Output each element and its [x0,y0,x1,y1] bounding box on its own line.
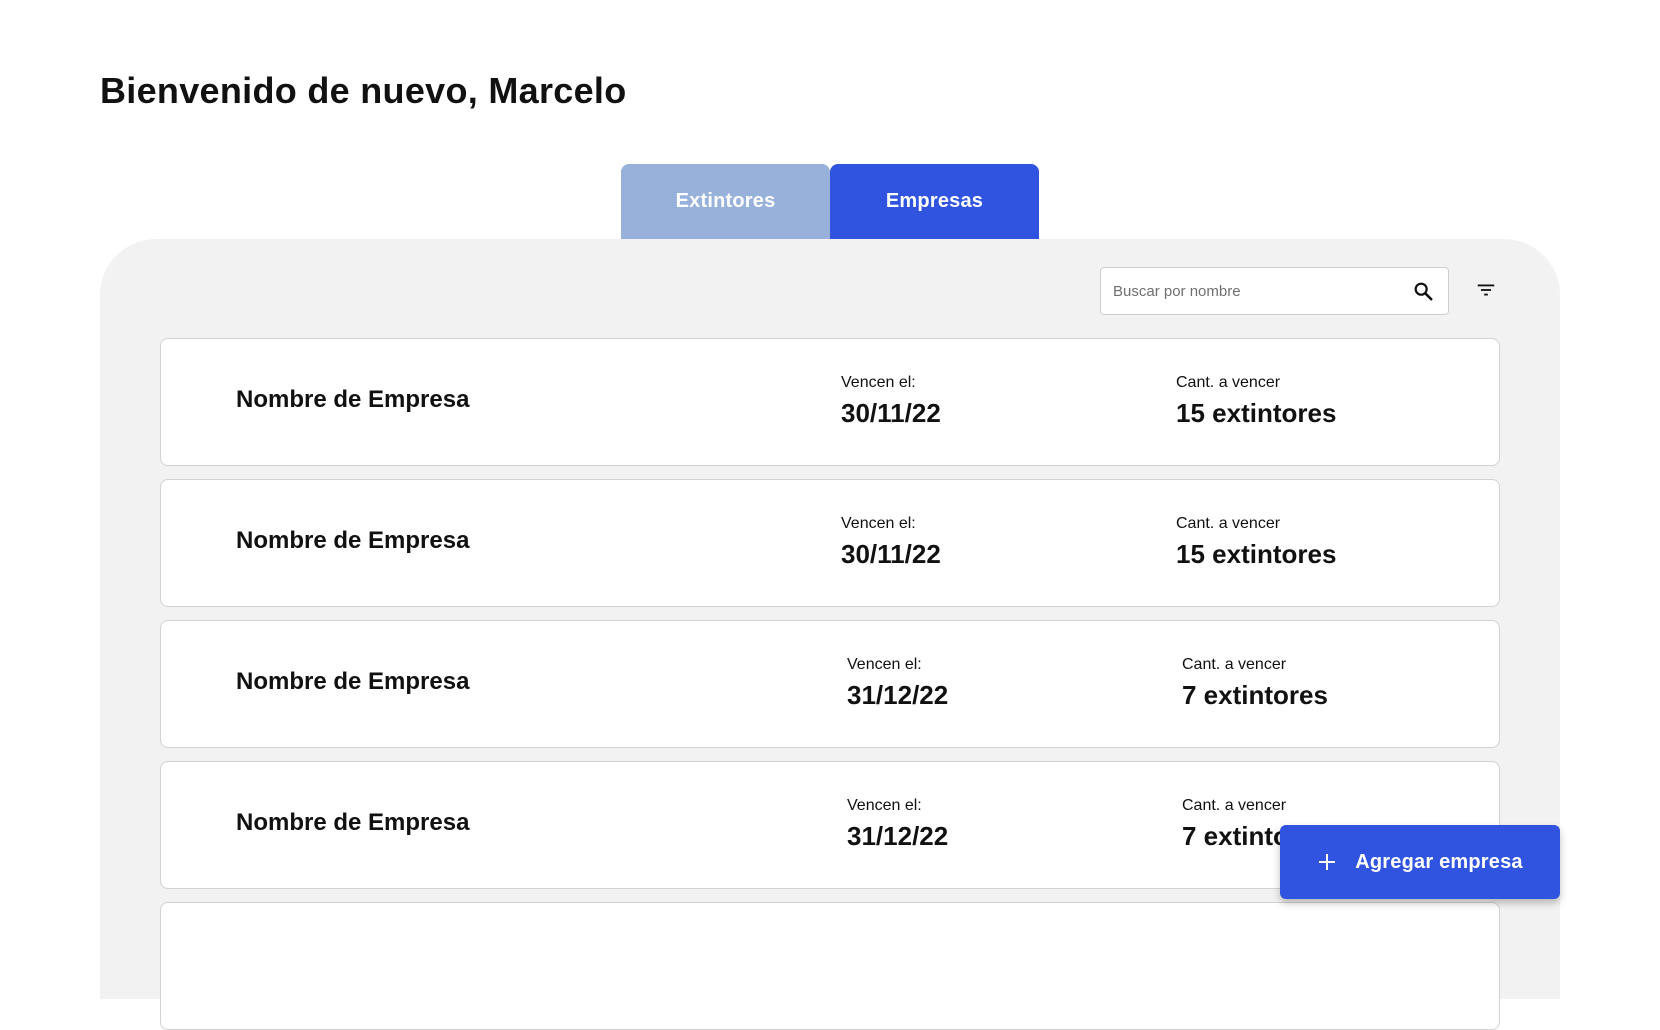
count-label: Cant. a vencer [1182,656,1287,673]
due-date-label: Vencen el: [847,656,922,673]
tab-bar: Extintores Empresas [621,164,1039,239]
add-company-button[interactable]: Agregar empresa [1280,825,1560,899]
search-icon[interactable] [1412,280,1434,302]
due-date-value: 31/12/22 [847,821,949,851]
filter-icon[interactable] [1475,279,1497,301]
company-card[interactable]: Nombre de Empresa Vencen el: 30/11/22 Ca… [160,338,1500,466]
count-value: 15 extintores [1176,398,1337,428]
due-date-label: Vencen el: [841,515,916,532]
company-card[interactable]: Nombre de Empresa Vencen el: 31/12/22 Ca… [160,620,1500,748]
count-label: Cant. a vencer [1182,797,1287,814]
search-input[interactable] [1113,268,1403,314]
count-label: Cant. a vencer [1176,374,1281,391]
due-date-label: Vencen el: [841,374,916,391]
company-name: Nombre de Empresa [236,527,470,554]
due-date-value: 31/12/22 [847,680,949,710]
tab-empresas[interactable]: Empresas [830,164,1039,239]
tab-extintores[interactable]: Extintores [621,164,830,239]
add-company-label: Agregar empresa [1355,850,1523,873]
plus-icon [1319,854,1336,870]
count-value: 7 extintores [1182,680,1328,710]
due-date-value: 30/11/22 [841,398,941,428]
due-date-label: Vencen el: [847,797,922,814]
count-label: Cant. a vencer [1176,515,1281,532]
company-name: Nombre de Empresa [236,386,470,413]
due-date-value: 30/11/22 [841,539,941,569]
count-value: 15 extintores [1176,539,1337,569]
company-name: Nombre de Empresa [236,668,470,695]
search-box [1100,267,1449,315]
company-name: Nombre de Empresa [236,809,470,836]
company-card[interactable]: Nombre de Empresa Vencen el: 30/11/22 Ca… [160,479,1500,607]
page-title: Bienvenido de nuevo, Marcelo [100,70,627,111]
company-card-partial[interactable] [160,902,1500,1030]
